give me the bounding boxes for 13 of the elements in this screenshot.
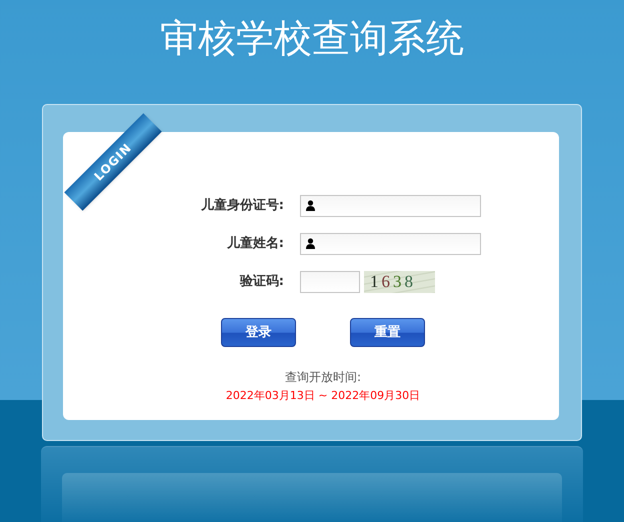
field-label: 儿童姓名: <box>226 234 285 253</box>
open-time-range: 2022年03月13日 ~ 2022年09月30日 <box>226 388 420 404</box>
user-icon <box>306 238 315 249</box>
page-title: 审核学校查询系统 <box>160 15 464 62</box>
field-label: 验证码: <box>238 272 285 291</box>
input-field[interactable] <box>300 194 481 216</box>
user-icon <box>306 200 315 211</box>
input-field[interactable] <box>300 232 481 254</box>
input-field[interactable] <box>300 270 360 292</box>
login-button[interactable]: 登录 <box>221 318 296 347</box>
field-label: 儿童身份证号: <box>200 196 285 215</box>
reset-button[interactable]: 重置 <box>350 318 425 347</box>
open-time-label: 查询开放时间: <box>284 369 362 386</box>
